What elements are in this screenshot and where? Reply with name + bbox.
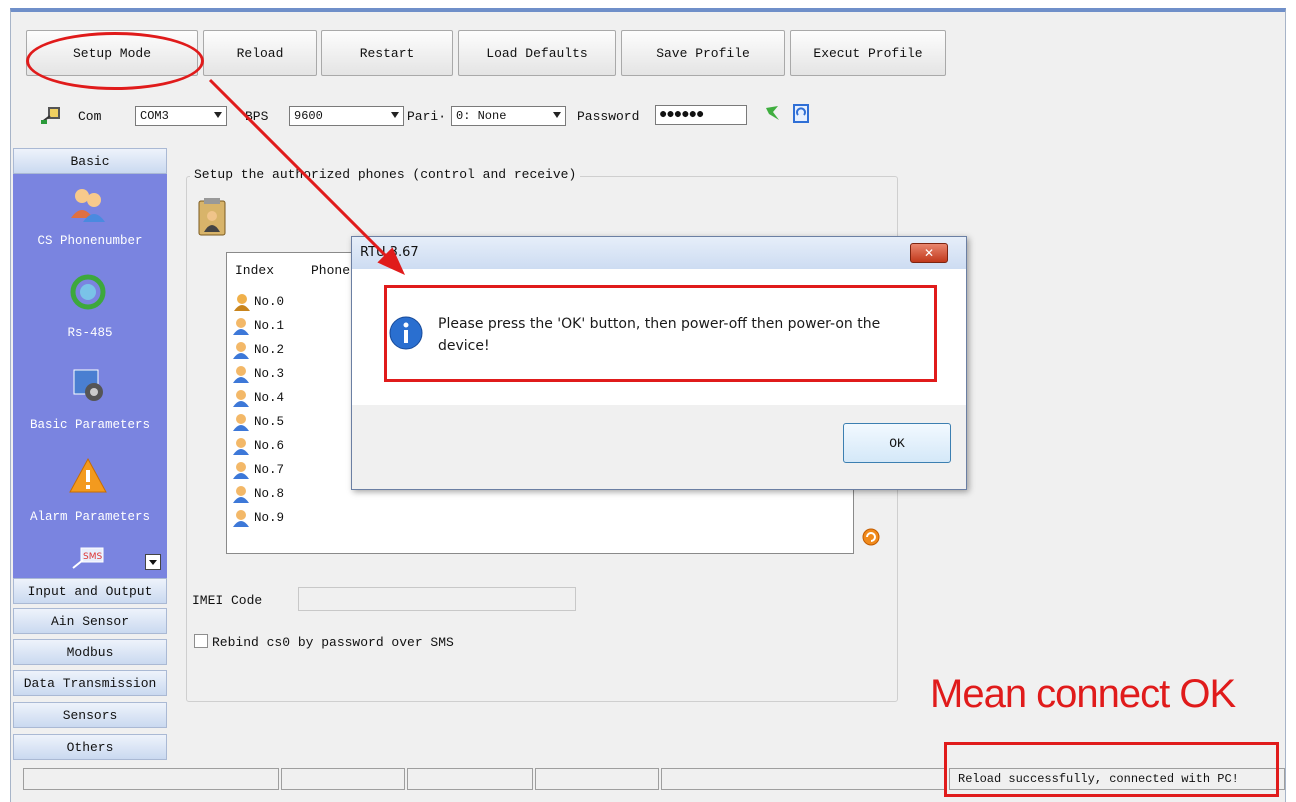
annotation-message-box [384,285,937,382]
annotation-status-box [944,742,1279,797]
annotation-caption: Mean connect OK [930,672,1236,716]
